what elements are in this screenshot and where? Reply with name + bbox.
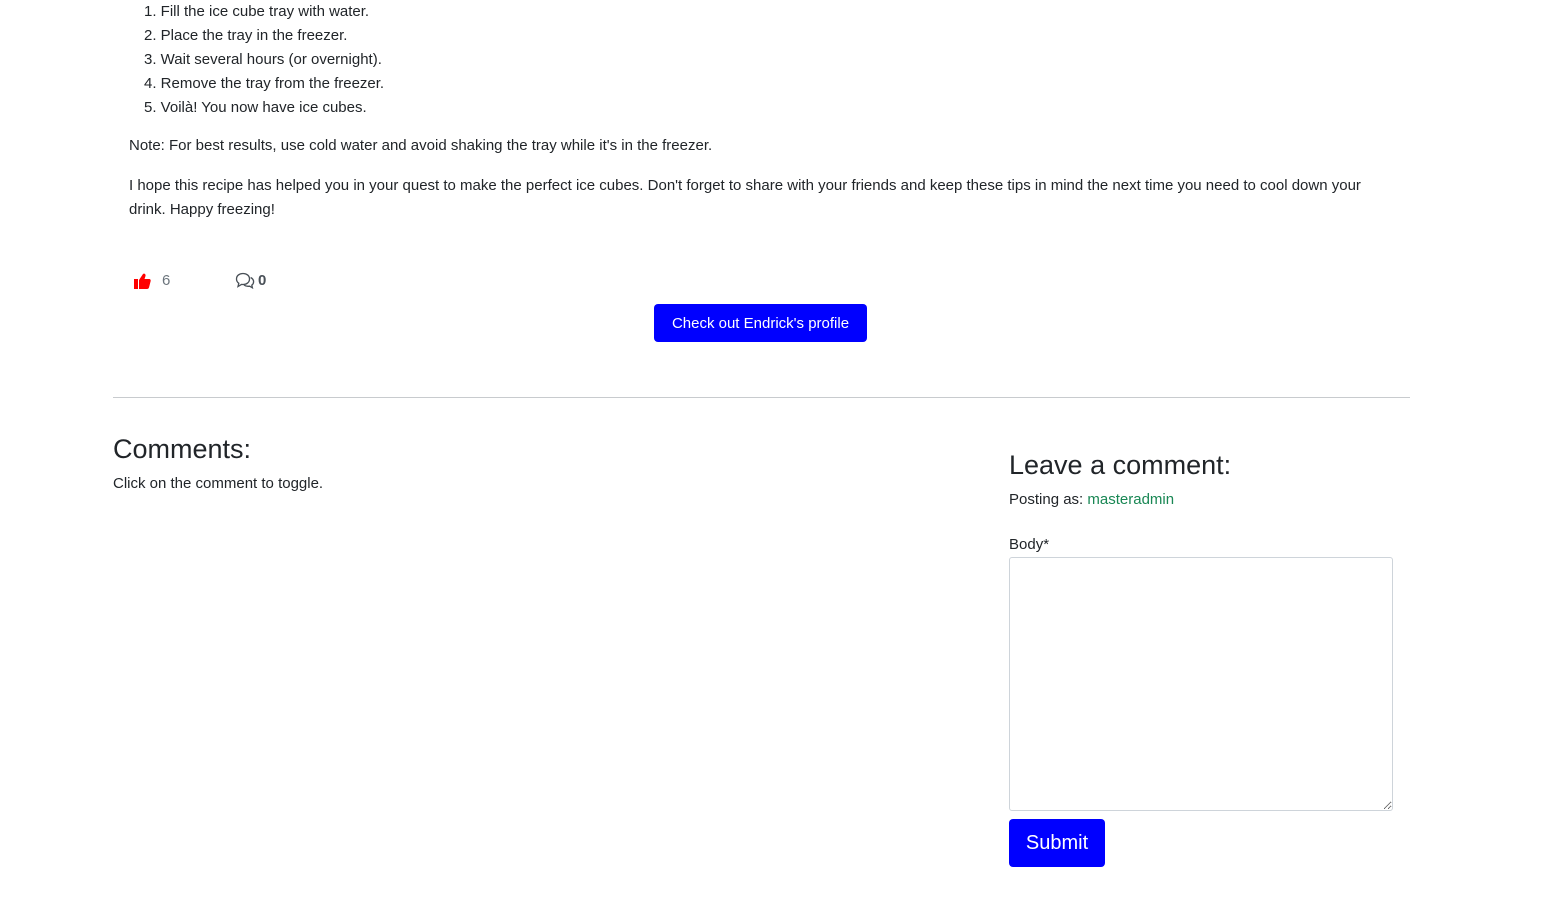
like-control[interactable]: 6 — [134, 272, 170, 289]
body-field-label: Body* — [1009, 536, 1050, 553]
section-divider — [113, 397, 1410, 398]
posting-as-line: Posting as: masteradmin — [1009, 489, 1174, 511]
leave-comment-heading: Leave a comment: — [1009, 450, 1232, 480]
list-item: 2. Place the tray in the freezer. — [144, 27, 348, 44]
comments-toggle-hint: Click on the comment to toggle. — [113, 475, 324, 492]
posting-as-label: Posting as: — [1009, 491, 1084, 508]
list-item: 1. Fill the ice cube tray with water. — [144, 3, 370, 20]
post-detail-page: 1. Fill the ice cube tray with water. 2.… — [0, 0, 1551, 903]
view-author-profile-button[interactable]: Check out Endrick's profile — [654, 304, 867, 342]
current-username: masteradmin — [1087, 491, 1175, 508]
like-count: 6 — [162, 272, 171, 289]
comment-count: 0 — [258, 272, 267, 289]
chat-bubbles-icon — [235, 272, 255, 289]
recipe-note: Note: For best results, use cold water a… — [129, 137, 713, 154]
recipe-steps-list: 1. Fill the ice cube tray with water. 2.… — [144, 0, 384, 120]
comment-body-textarea[interactable] — [1009, 557, 1393, 811]
list-item: 5. Voilà! You now have ice cubes. — [144, 99, 367, 116]
list-item: 3. Wait several hours (or overnight). — [144, 51, 382, 68]
comments-heading: Comments: — [113, 434, 252, 464]
thumbs-up-icon[interactable] — [134, 273, 151, 289]
recipe-closing: I hope this recipe has helped you in you… — [129, 177, 1361, 218]
comment-count-indicator: 0 — [235, 272, 266, 289]
list-item: 4. Remove the tray from the freezer. — [144, 75, 385, 92]
submit-comment-button[interactable]: Submit — [1009, 819, 1105, 867]
